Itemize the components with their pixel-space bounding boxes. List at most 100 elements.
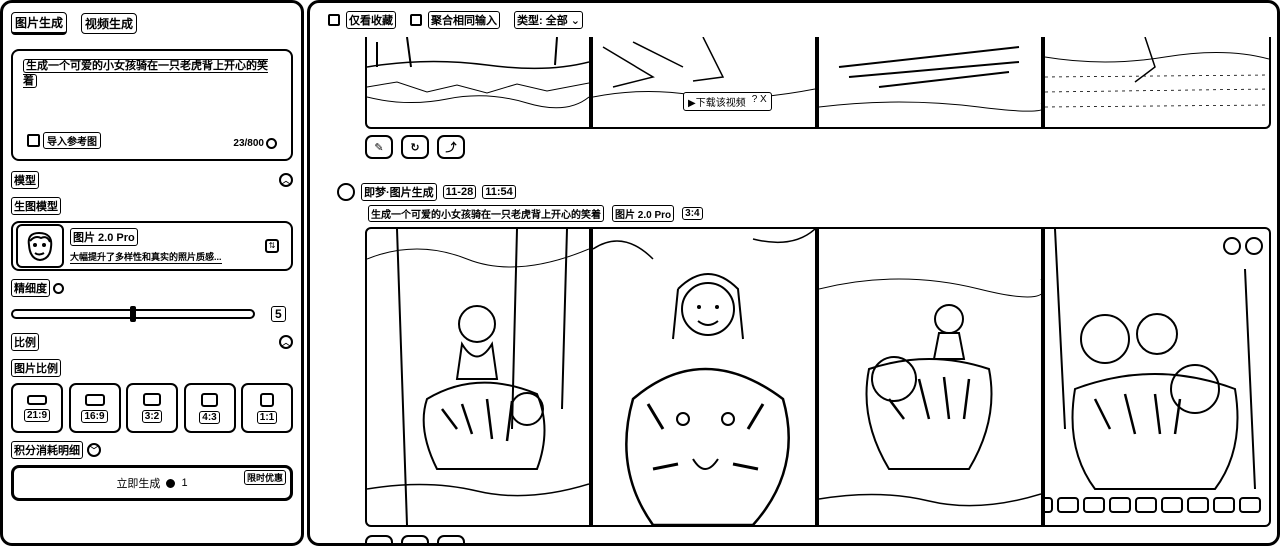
- sketch-image: [367, 37, 589, 109]
- slider-track[interactable]: [11, 306, 255, 322]
- video-download-bar[interactable]: ▶下载该视频 ? X: [683, 92, 772, 111]
- merge-label[interactable]: 聚合相同输入: [428, 11, 500, 29]
- tiger-girl-sketch-image: [819, 278, 1041, 507]
- sketch-image: [1045, 37, 1269, 108]
- result-image[interactable]: [1043, 227, 1271, 527]
- generate-label: 立即生成: [116, 478, 161, 490]
- ratio-option-4-3[interactable]: 4:3: [183, 383, 236, 433]
- ratio-shape-icon: [27, 394, 47, 405]
- type-filter-dropdown[interactable]: 类型: 全部 ⌄: [514, 11, 584, 29]
- result-image[interactable]: [591, 227, 817, 527]
- points-icon: [166, 478, 176, 488]
- previous-result-images: ▶下载该视频 ? X: [365, 37, 1271, 129]
- detail-slider[interactable]: 5: [11, 305, 293, 323]
- upload-reference-button[interactable]: 导入参考图: [27, 132, 101, 149]
- current-result-images: [365, 227, 1271, 527]
- tab-image-generation[interactable]: 图片生成: [11, 11, 68, 35]
- favorites-checkbox[interactable]: [328, 14, 340, 26]
- detail-label: 精细度: [11, 279, 50, 297]
- model-info: 图片 2.0 Pro 大幅提升了多样性和真实的照片质感...: [70, 228, 222, 264]
- model-description: 大幅提升了多样性和真实的照片质感...: [70, 252, 222, 264]
- record-time: 11:54: [482, 185, 516, 199]
- favorite-icon[interactable]: [1245, 237, 1263, 255]
- record-source: 即梦·图片生成: [361, 183, 437, 201]
- result-image[interactable]: [365, 37, 591, 129]
- ratio-option-21-9[interactable]: 21:9: [11, 383, 63, 433]
- regenerate-icon[interactable]: ↻: [401, 135, 429, 159]
- app-root: 图片生成 视频生成 生成一个可爱的小女孩骑在一只老虎背上开心的笑着 导入参考图 …: [0, 0, 1280, 548]
- info-icon[interactable]: [266, 138, 277, 149]
- record-ratio: 3:4: [682, 207, 703, 220]
- ratio-section-header[interactable]: 比例 ︿: [11, 333, 293, 351]
- hd-upscale-icon[interactable]: [1045, 497, 1053, 513]
- slider-handle[interactable]: [130, 306, 136, 322]
- ratio-label: 4:3: [199, 410, 220, 424]
- more-icon[interactable]: [1239, 497, 1261, 513]
- ratio-shape-icon: [260, 392, 274, 407]
- ratio-option-16-9[interactable]: 16:9: [68, 383, 121, 433]
- ratio-shape-icon: [84, 393, 105, 406]
- ratio-label: 3:2: [141, 410, 163, 423]
- tiger-girl-sketch-image: [1054, 229, 1256, 490]
- slider-fill: [13, 311, 133, 317]
- ratio-option-1-1[interactable]: 1:1: [241, 383, 293, 433]
- promo-badge: 限时优惠: [243, 470, 286, 485]
- model-section-header[interactable]: 模型 ︿: [11, 171, 293, 189]
- image-edit-actions: [1045, 497, 1261, 513]
- brush-icon[interactable]: [1057, 497, 1079, 513]
- paint-icon[interactable]: [1083, 497, 1105, 513]
- char-counter: 23/800: [233, 138, 277, 149]
- edit-icon[interactable]: [365, 535, 393, 543]
- edit-icon[interactable]: ✎: [365, 135, 393, 159]
- record-header: 即梦·图片生成 11-28 11:54: [337, 183, 516, 201]
- result-image[interactable]: [1043, 37, 1271, 129]
- swap-icon[interactable]: ⇅: [265, 239, 279, 253]
- model-selector[interactable]: 图片 2.0 Pro 大幅提升了多样性和真实的照片质感... ⇅: [11, 221, 293, 271]
- filter-toolbar: 仅看收藏 聚合相同输入 类型: 全部 ⌄: [328, 11, 584, 29]
- model-name: 图片 2.0 Pro: [70, 228, 138, 246]
- char-counter-text: 23/800: [233, 138, 264, 149]
- ratio-shape-icon: [201, 392, 218, 407]
- result-image[interactable]: [365, 227, 591, 527]
- expand-icon[interactable]: [1187, 497, 1209, 513]
- reuse-icon[interactable]: [437, 535, 465, 543]
- ratio-shape-icon: [143, 393, 161, 406]
- prompt-input[interactable]: 生成一个可爱的小女孩骑在一只老虎背上开心的笑着 导入参考图 23/800: [11, 49, 293, 161]
- pen-icon[interactable]: [1213, 497, 1235, 513]
- image-upload-icon: [27, 134, 40, 147]
- favorites-label[interactable]: 仅看收藏: [346, 11, 396, 29]
- grid-icon[interactable]: [1161, 497, 1183, 513]
- points-detail-toggle[interactable]: 积分消耗明细 ﹀: [11, 441, 293, 459]
- model-section-title: 模型: [11, 171, 39, 189]
- jimeng-logo-icon: [337, 183, 355, 201]
- tiger-girl-sketch-image: [367, 229, 589, 525]
- ratio-section-title: 比例: [11, 333, 39, 351]
- tab-video-generation[interactable]: 视频生成: [81, 12, 138, 34]
- result-image[interactable]: ▶下载该视频 ? X: [591, 37, 817, 129]
- sketch-image: [819, 46, 1041, 112]
- chevron-up-icon[interactable]: ︿: [279, 335, 293, 349]
- ratio-label: 1:1: [256, 410, 278, 424]
- crop-icon[interactable]: [1109, 497, 1131, 513]
- result-image[interactable]: [817, 37, 1043, 129]
- video-download-text: ▶下载该视频: [688, 98, 746, 109]
- info-icon[interactable]: [53, 282, 64, 294]
- current-result-actions: [365, 535, 465, 543]
- record-prompt[interactable]: 生成一个可爱的小女孩骑在一只老虎背上开心的笑着: [368, 205, 604, 222]
- chevron-down-icon[interactable]: ﹀: [87, 443, 101, 457]
- generate-button[interactable]: 立即生成 1 限时优惠: [11, 465, 293, 501]
- ratio-options: 21:9 16:9 3:2 4:3 1:1: [11, 383, 293, 433]
- sketch-image: [593, 37, 815, 99]
- regenerate-icon[interactable]: [401, 535, 429, 543]
- tiger-girl-sketch-image: [593, 229, 815, 525]
- download-icon[interactable]: [1223, 237, 1241, 255]
- record-date: 11-28: [442, 185, 477, 199]
- eraser-icon[interactable]: [1135, 497, 1157, 513]
- ratio-option-3-2[interactable]: 3:2: [126, 383, 178, 433]
- result-image[interactable]: [817, 227, 1043, 527]
- chevron-up-icon[interactable]: ︿: [279, 173, 293, 187]
- merge-checkbox[interactable]: [410, 14, 422, 26]
- reuse-icon[interactable]: ⤴: [437, 135, 465, 159]
- points-label: 积分消耗明细: [11, 441, 83, 459]
- ratio-label: 21:9: [23, 408, 50, 422]
